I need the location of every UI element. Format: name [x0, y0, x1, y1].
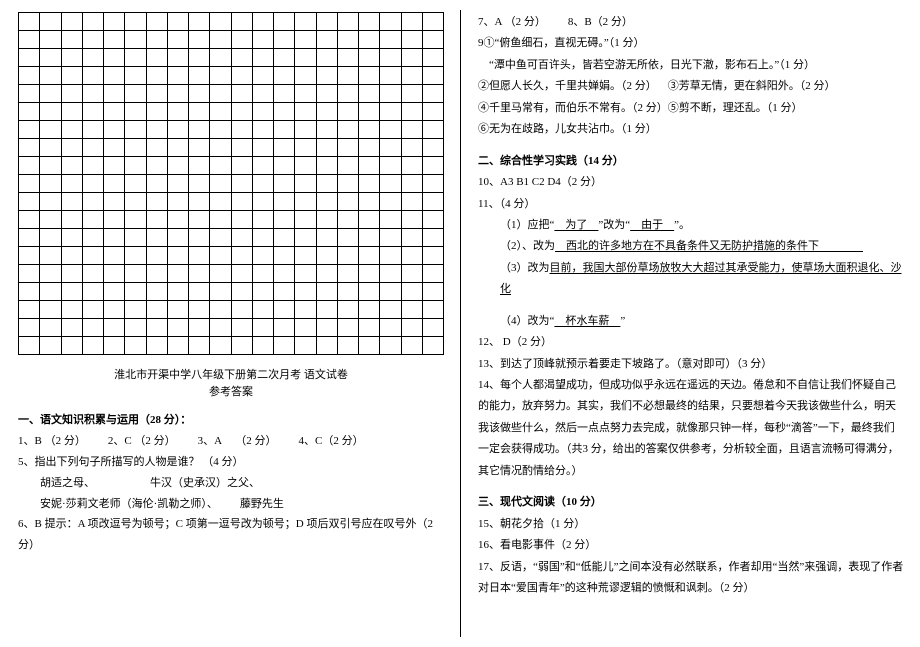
- title-block: 淮北市开渠中学八年级下册第二次月考 语文试卷 参考答案: [18, 367, 444, 400]
- q12: 12、 D（2 分）: [478, 332, 904, 353]
- q11-1-u1: 为了: [554, 219, 598, 231]
- q9-6: ⑥无为在歧路，儿女共沾巾。（1 分）: [478, 119, 904, 140]
- q11-3-u: 目前，我国大部份草场放牧大大超过其承受能力，使草场大面积退化、沙化: [500, 262, 902, 295]
- q9-2-3: ②但愿人长久，千里共婵娟。（2 分） ③芳草无情，更在斜阳外。（2 分）: [478, 76, 904, 97]
- q11-4-post: ”: [620, 315, 625, 327]
- q11-1-post: ”。: [674, 219, 690, 231]
- q7-8: 7、A （2 分） 8、B（2 分）: [478, 12, 904, 33]
- q11-2: （2）、改为 西北的许多地方在不具备条件又无防护措施的条件下: [478, 236, 904, 257]
- q13: 13、到达了顶峰就预示着要走下坡路了。（意对即可）（3 分）: [478, 354, 904, 375]
- section-1-head: 一、语文知识积累与运用（28 分）：: [18, 410, 444, 431]
- q11-3: （3）改为目前，我国大部份草场放牧大大超过其承受能力，使草场大面积退化、沙化: [478, 258, 904, 301]
- paper-title: 淮北市开渠中学八年级下册第二次月考 语文试卷: [18, 367, 444, 384]
- q5-head: 5、指出下列句子所描写的人物是谁？ （4 分）: [18, 452, 444, 473]
- q11-head: 11、（4 分）: [478, 194, 904, 215]
- paper-subtitle: 参考答案: [18, 384, 444, 401]
- q11-4-u: 杯水车薪: [554, 315, 620, 327]
- q5-line-b: 安妮·莎莉文老师（海伦·凯勒之师）、 藤野先生: [18, 494, 444, 515]
- q11-3-pre: （3）改为: [500, 262, 550, 274]
- q9-1b: “潭中鱼可百许头，皆若空游无所依，日光下澈，影布石上。”（1 分）: [478, 55, 904, 76]
- q11-4-pre: （4）改为“: [500, 315, 554, 327]
- q6: 6、B 提示：A 项改逗号为顿号；C 项第一逗号改为顿号；D 项后双引号应在叹号…: [18, 514, 444, 556]
- q11-1: （1）应把“ 为了 ”改为“ 由于 ”。: [478, 215, 904, 236]
- q11-2-pre: （2）、改为: [500, 240, 555, 252]
- q9-1: 9①“俯鱼细石，直视无碍。”（1 分）: [478, 33, 904, 54]
- q16: 16、看电影事件（2 分）: [478, 535, 904, 556]
- q11-4: （4）改为“ 杯水车薪 ”: [478, 311, 904, 332]
- q11-1-mid: ”改为“: [598, 219, 630, 231]
- section-3-head: 三、现代文阅读（10 分）: [478, 492, 904, 513]
- column-divider: [460, 10, 461, 637]
- q11-1-pre: （1）应把“: [500, 219, 554, 231]
- q14: 14、每个人都渴望成功，但成功似乎永远在遥远的天边。倦怠和不自信让我们怀疑自己的…: [478, 375, 904, 482]
- q5-line-a: 胡适之母、 牛汉（史承汉）之父、: [18, 473, 444, 494]
- q9-4-5: ④千里马常有，而伯乐不常有。（2 分）⑤剪不断，理还乱。（1 分）: [478, 98, 904, 119]
- section-2-head: 二、综合性学习实践（14 分）: [478, 151, 904, 172]
- answer-grid: [18, 12, 444, 355]
- q15: 15、朝花夕拾（1 分）: [478, 514, 904, 535]
- q10: 10、A3 B1 C2 D4（2 分）: [478, 172, 904, 193]
- q11-2-u: 西北的许多地方在不具备条件又无防护措施的条件下: [555, 240, 863, 252]
- q17: 17、反语，“弱国”和“低能儿”之间本没有必然联系，作者却用“当然”来强调，表现…: [478, 557, 904, 600]
- q11-1-u2: 由于: [630, 219, 674, 231]
- q1-4: 1、B （2 分） 2、C （2 分） 3、A （2 分） 4、C（2 分）: [18, 431, 444, 452]
